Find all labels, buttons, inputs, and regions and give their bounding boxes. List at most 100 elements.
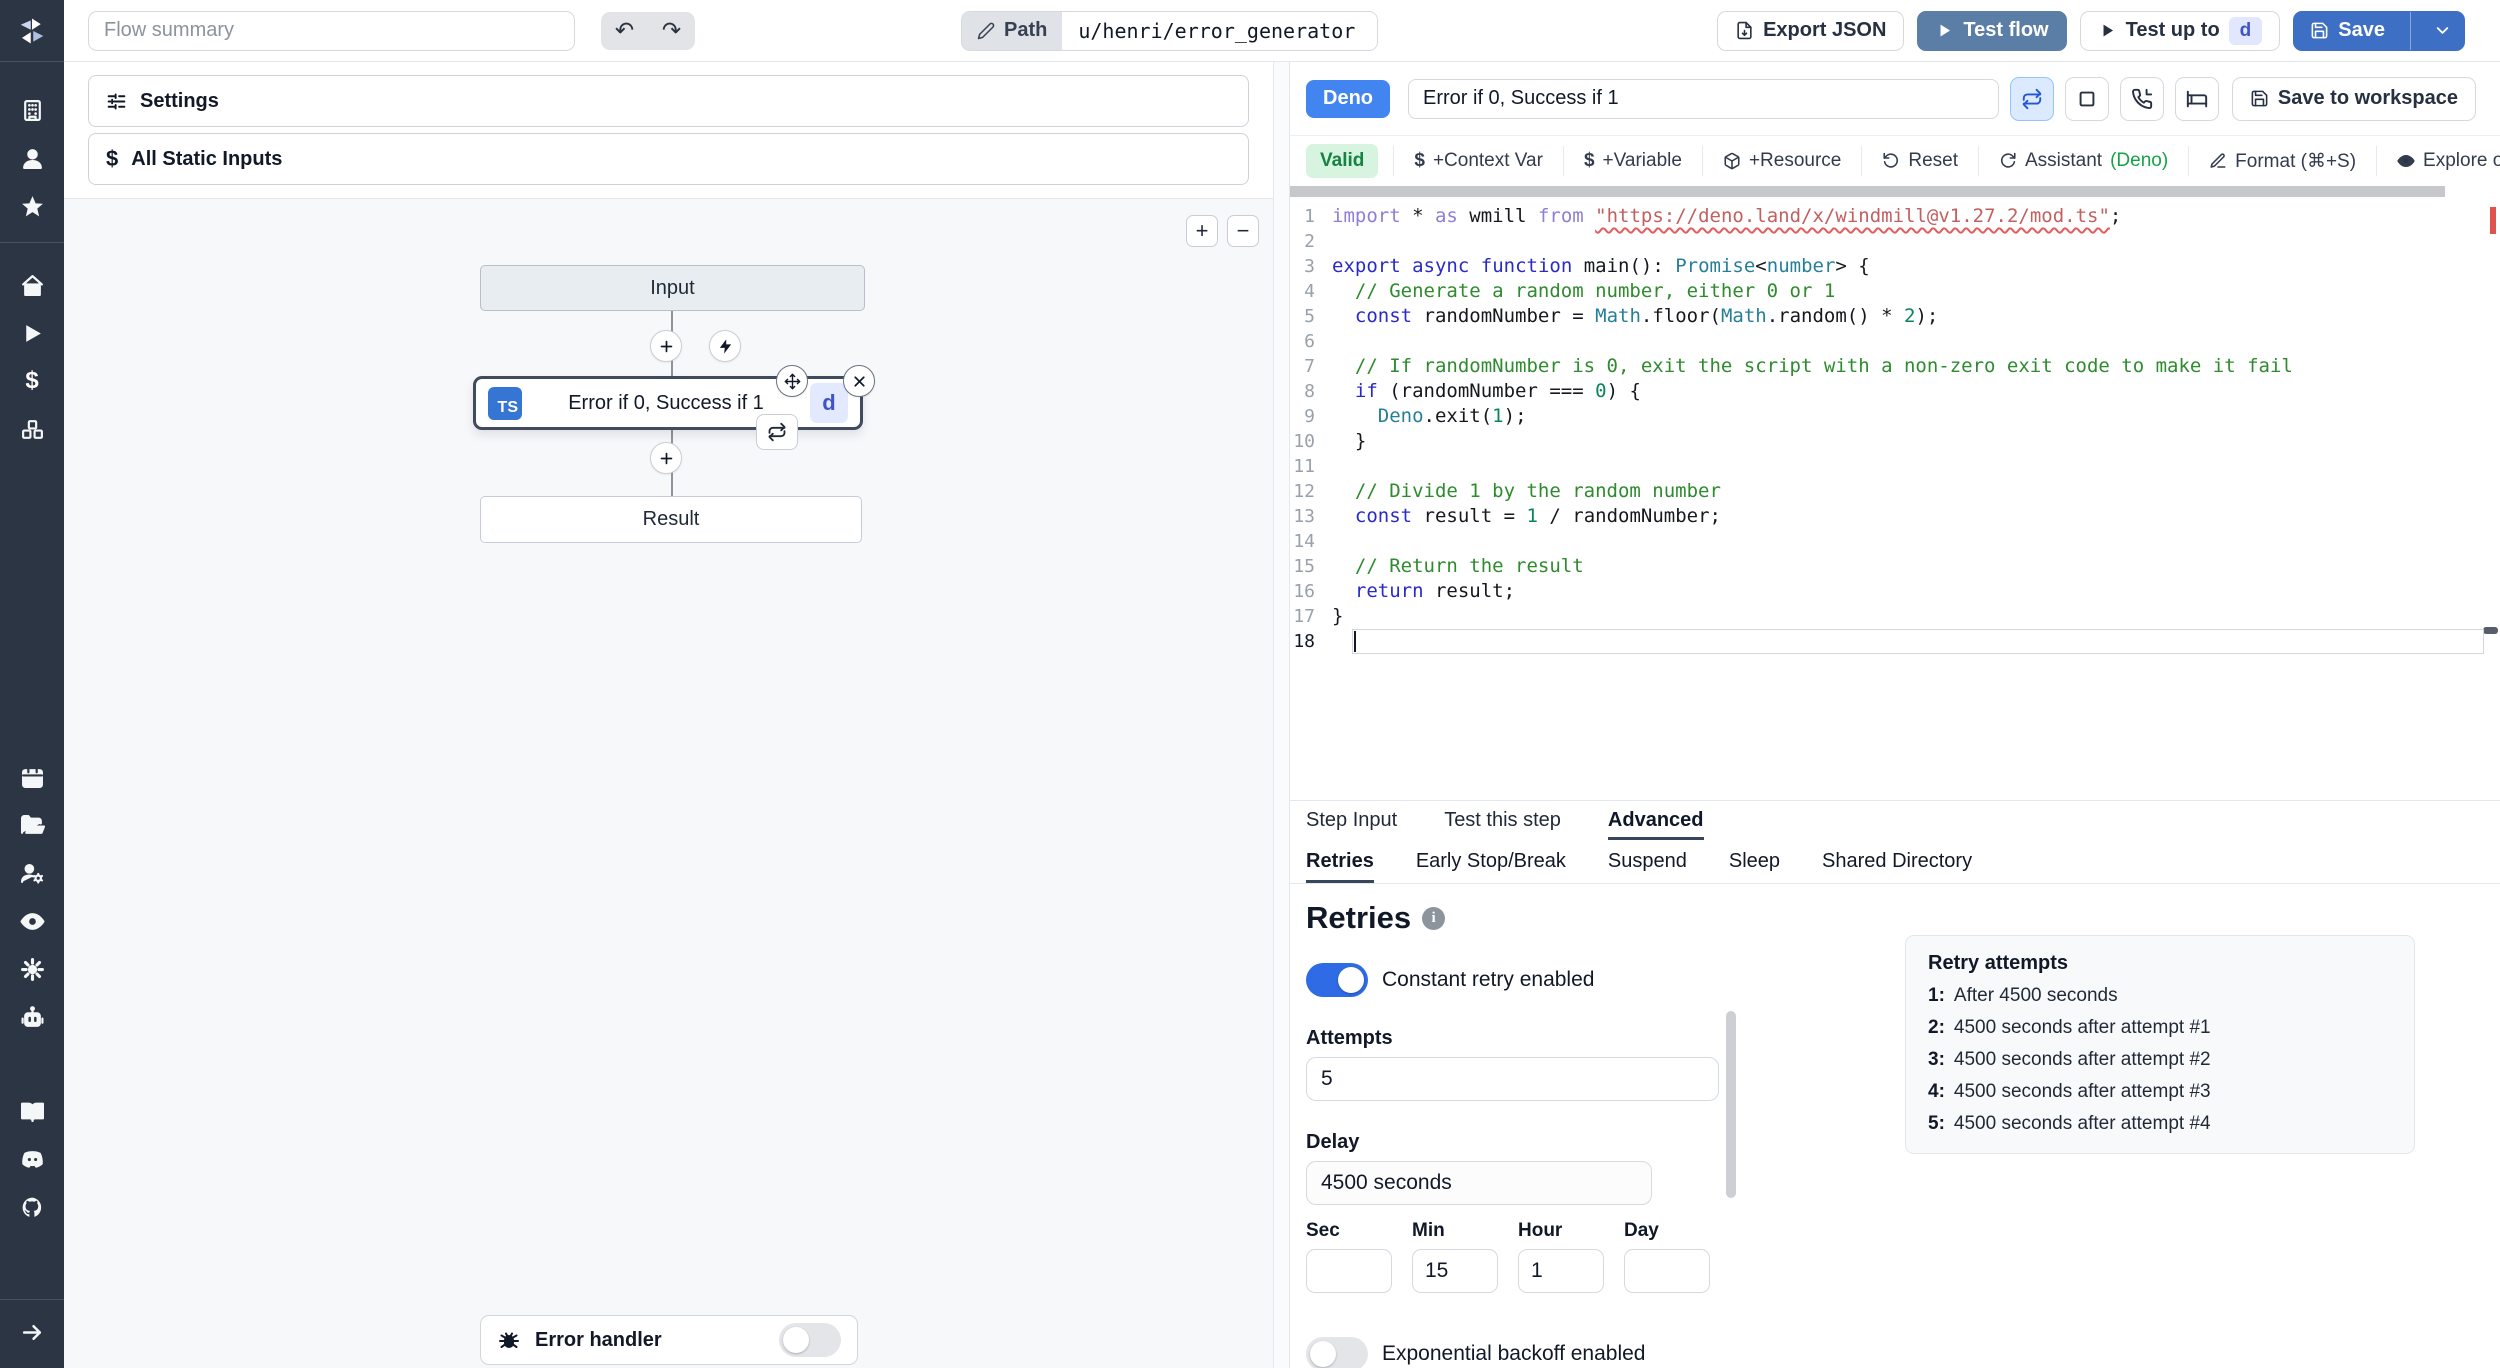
test-up-to-button[interactable]: Test up to d — [2079, 10, 2281, 51]
error-handler-toggle[interactable] — [779, 1323, 841, 1357]
sidebar-item-docs[interactable] — [8, 1087, 56, 1135]
path-field[interactable]: Path u/henri/error_generator — [961, 10, 1379, 51]
subtab-sleep[interactable]: Sleep — [1729, 840, 1780, 883]
add-trigger-button[interactable] — [709, 330, 741, 362]
flow-settings-button[interactable]: Settings — [88, 75, 1249, 127]
sidebar-item-schedules[interactable] — [8, 753, 56, 801]
all-static-inputs-button[interactable]: $ All Static Inputs — [88, 133, 1249, 185]
valid-status-badge: Valid — [1306, 144, 1379, 178]
sidebar-item-github[interactable] — [8, 1183, 56, 1231]
code-line-8[interactable]: 8 if (randomNumber === 0) { — [1290, 379, 2500, 404]
toolbar-reset-button[interactable]: Reset — [1861, 146, 1978, 176]
code-line-9[interactable]: 9 Deno.exit(1); — [1290, 404, 2500, 429]
sidebar-item-home[interactable] — [8, 261, 56, 309]
day-input[interactable] — [1624, 1249, 1710, 1293]
code-line-18[interactable]: 18 — [1290, 629, 2500, 654]
code-text: if (randomNumber === 0) { — [1354, 380, 1641, 402]
sidebar-item-audit-logs[interactable] — [8, 897, 56, 945]
test-flow-button[interactable]: Test flow — [1917, 10, 2067, 51]
tab-step-input[interactable]: Step Input — [1306, 801, 1397, 840]
zoom-out-button[interactable]: − — [1227, 215, 1259, 247]
exponential-backoff-toggle[interactable] — [1306, 1337, 1368, 1368]
attempts-input[interactable] — [1306, 1057, 1719, 1101]
tab-test-this-step[interactable]: Test this step — [1444, 801, 1561, 840]
sidebar-item-runs[interactable] — [8, 309, 56, 357]
code-line-7[interactable]: 7 // If randomNumber is 0, exit the scri… — [1290, 354, 2500, 379]
undo-button[interactable]: ↶ — [615, 19, 634, 42]
subtab-shared-directory[interactable]: Shared Directory — [1822, 840, 1972, 883]
star-icon — [20, 194, 45, 219]
delay-input[interactable] — [1306, 1161, 1652, 1205]
code-line-15[interactable]: 15 // Return the result — [1290, 554, 2500, 579]
min-input[interactable] — [1412, 1249, 1498, 1293]
flow-canvas[interactable]: + − Input TS Error if 0, Success if 1 d … — [64, 198, 1273, 1368]
toolbar-explore-other-s-button[interactable]: Explore other s — [2376, 146, 2500, 176]
sidebar-item-settings[interactable] — [8, 945, 56, 993]
code-line-16[interactable]: 16 return result; — [1290, 579, 2500, 604]
code-line-17[interactable]: 17} — [1290, 604, 2500, 629]
sidebar-item-folders[interactable] — [8, 801, 56, 849]
code-line-4[interactable]: 4 // Generate a random number, either 0 … — [1290, 279, 2500, 304]
sidebar-item-favorites[interactable] — [8, 182, 56, 230]
save-to-workspace-button[interactable]: Save to workspace — [2231, 76, 2476, 121]
constant-retry-toggle[interactable] — [1306, 963, 1368, 997]
exponential-backoff-label: Exponential backoff enabled — [1382, 1342, 1646, 1365]
move-step-handle[interactable] — [776, 365, 808, 397]
save-dropdown-button[interactable] — [2420, 12, 2464, 50]
subtab-early-stop-break[interactable]: Early Stop/Break — [1416, 840, 1566, 883]
sidebar-item-user[interactable] — [8, 134, 56, 182]
code-line-1[interactable]: 1 import * as wmill from "https://deno.la… — [1290, 204, 2500, 229]
sidebar-item-workers[interactable] — [8, 993, 56, 1041]
code-line-10[interactable]: 10 } — [1290, 429, 2500, 454]
step-retry-badge[interactable] — [756, 414, 798, 450]
zoom-in-button[interactable]: + — [1186, 215, 1218, 247]
code-line-11[interactable]: 11 — [1290, 454, 2500, 479]
code-line-12[interactable]: 12 // Divide 1 by the random number — [1290, 479, 2500, 504]
expand-sidebar-button[interactable] — [8, 1308, 56, 1356]
sidebar-item-resources[interactable] — [8, 405, 56, 453]
code-line-6[interactable]: 6 — [1290, 329, 2500, 354]
code-line-13[interactable]: 13 const result = 1 / randomNumber; — [1290, 504, 2500, 529]
sec-input[interactable] — [1306, 1249, 1392, 1293]
phone-incoming-button[interactable] — [2119, 76, 2164, 121]
flow-result-node[interactable]: Result — [480, 496, 862, 543]
code-text: // Return the result — [1332, 555, 1584, 577]
pane-resizer[interactable] — [1273, 62, 1290, 1368]
flow-input-node[interactable]: Input — [480, 265, 865, 311]
repeat-button[interactable] — [2009, 76, 2054, 121]
toolbar-variable-button[interactable]: $ +Variable — [1562, 146, 1702, 176]
code-text: import * as wmill from "https://deno.lan… — [1332, 205, 2122, 227]
redo-button[interactable]: ↷ — [662, 19, 681, 42]
retries-scrollbar[interactable] — [1726, 1011, 1736, 1198]
hour-input[interactable] — [1518, 1249, 1604, 1293]
toolbar-context-var-button[interactable]: $ +Context Var — [1393, 146, 1563, 176]
sidebar-item-workspace[interactable] — [8, 86, 56, 134]
toolbar-assistant-button[interactable]: Assistant (Deno) — [1978, 146, 2188, 176]
editor-horizontal-scrollbar[interactable] — [1290, 186, 2500, 197]
sidebar-item-discord[interactable] — [8, 1135, 56, 1183]
flow-summary-input[interactable] — [88, 10, 575, 51]
export-json-button[interactable]: Export JSON — [1717, 10, 1905, 51]
toolbar-format-s-button[interactable]: Format (⌘+S) — [2188, 146, 2376, 176]
toolbar-resource-button[interactable]: +Resource — [1701, 146, 1861, 176]
code-editor[interactable]: 1 import * as wmill from "https://deno.la… — [1290, 197, 2500, 791]
info-icon[interactable]: i — [1422, 906, 1446, 930]
delete-step-button[interactable] — [843, 365, 875, 397]
code-line-2[interactable]: 2 — [1290, 229, 2500, 254]
save-button[interactable]: Save — [2293, 10, 2465, 51]
tab-advanced[interactable]: Advanced — [1608, 801, 1704, 840]
sidebar-item-groups[interactable] — [8, 849, 56, 897]
windmill-logo[interactable] — [0, 0, 64, 62]
subtab-retries[interactable]: Retries — [1306, 840, 1374, 883]
code-line-5[interactable]: 5 const randomNumber = Math.floor(Math.r… — [1290, 304, 2500, 329]
sidebar-item-variables[interactable]: $ — [8, 357, 56, 405]
square-button[interactable] — [2064, 76, 2109, 121]
subtab-suspend[interactable]: Suspend — [1608, 840, 1687, 883]
bed-button[interactable] — [2174, 76, 2219, 121]
error-handler-node[interactable]: Error handler — [480, 1315, 858, 1365]
add-step-button[interactable] — [650, 442, 682, 474]
add-step-button[interactable] — [650, 330, 682, 362]
code-line-14[interactable]: 14 — [1290, 529, 2500, 554]
code-line-3[interactable]: 3 export async function main(): Promise<n… — [1290, 254, 2500, 279]
step-title-input[interactable] — [1408, 78, 1999, 119]
